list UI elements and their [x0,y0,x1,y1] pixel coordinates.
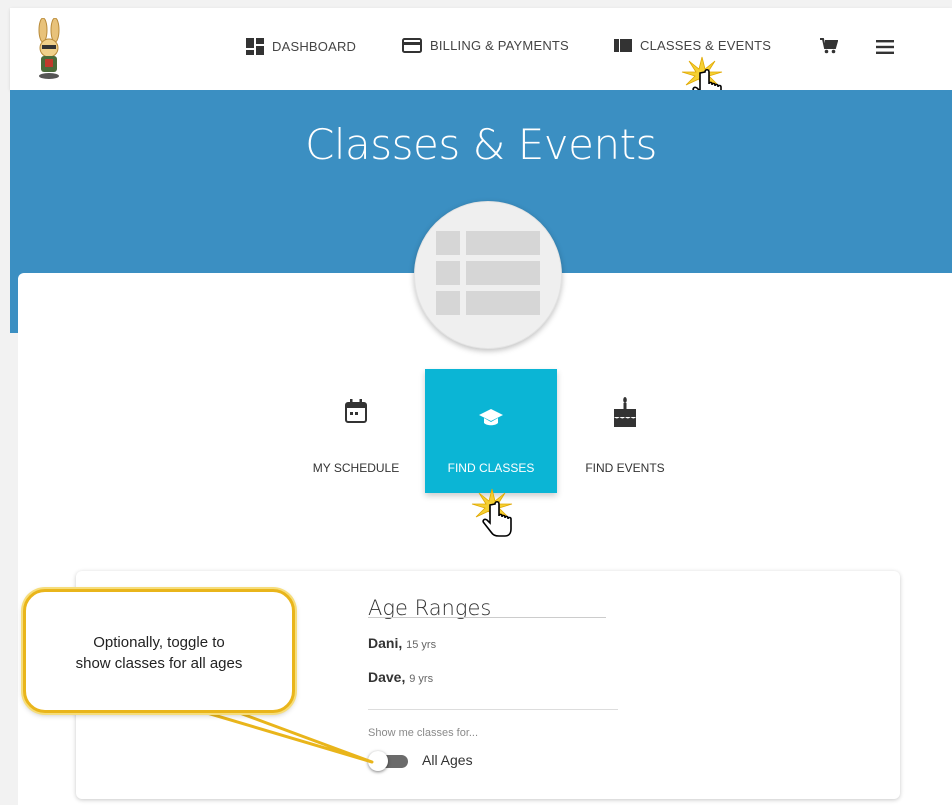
tab-find-classes[interactable]: FIND CLASSES [425,369,557,493]
cart-icon[interactable] [820,38,838,54]
nav-classes-label: CLASSES & EVENTS [640,38,772,53]
credit-card-icon [402,38,422,53]
birthday-cake-icon [614,397,636,427]
tab-my-schedule-label: MY SCHEDULE [312,461,400,475]
divider [368,709,618,710]
callout-line: Optionally, toggle to [93,634,225,651]
nav-billing-payments[interactable]: BILLING & PAYMENTS [402,38,569,53]
tab-find-events-label: FIND EVENTS [585,461,665,475]
click-cursor-icon [471,488,513,537]
tab-find-events[interactable]: FIND EVENTS [570,369,680,493]
all-ages-label: All Ages [422,752,473,768]
callout-text: Optionally, toggle to show classes for a… [26,632,292,674]
callout-line: show classes for all ages [75,655,243,672]
student-age-row: Dave, 9 yrs [368,669,433,685]
student-age: 9 yrs [409,673,434,685]
hamburger-menu-icon[interactable] [876,40,894,54]
divider [368,617,606,618]
page-title: Classes & Events [305,120,657,169]
nav-classes-events[interactable]: CLASSES & EVENTS [614,38,771,53]
tab-find-classes-label: FIND CLASSES [447,461,535,475]
nav-billing-label: BILLING & PAYMENTS [430,38,569,53]
calendar-icon [345,399,367,423]
dashboard-icon [246,38,264,55]
top-navigation-bar: DASHBOARD BILLING & PAYMENTS CLASSES & E… [10,8,952,90]
show-classes-label: Show me classes for... [368,727,479,739]
tooltip-callout: Optionally, toggle to show classes for a… [23,589,295,713]
classes-list-badge [414,201,562,349]
list-icon [436,231,540,315]
student-age: 15 yrs [406,639,437,651]
graduation-cap-icon [479,409,503,426]
jackrabbit-logo[interactable] [32,18,66,80]
student-name: Dave, [368,669,406,685]
nav-dashboard-label: DASHBOARD [272,39,357,54]
student-name: Dani, [368,635,403,651]
nav-dashboard[interactable]: DASHBOARD [246,38,356,55]
student-age-row: Dani, 15 yrs [368,635,436,651]
tab-my-schedule[interactable]: MY SCHEDULE [300,369,412,493]
book-icon [614,39,632,52]
